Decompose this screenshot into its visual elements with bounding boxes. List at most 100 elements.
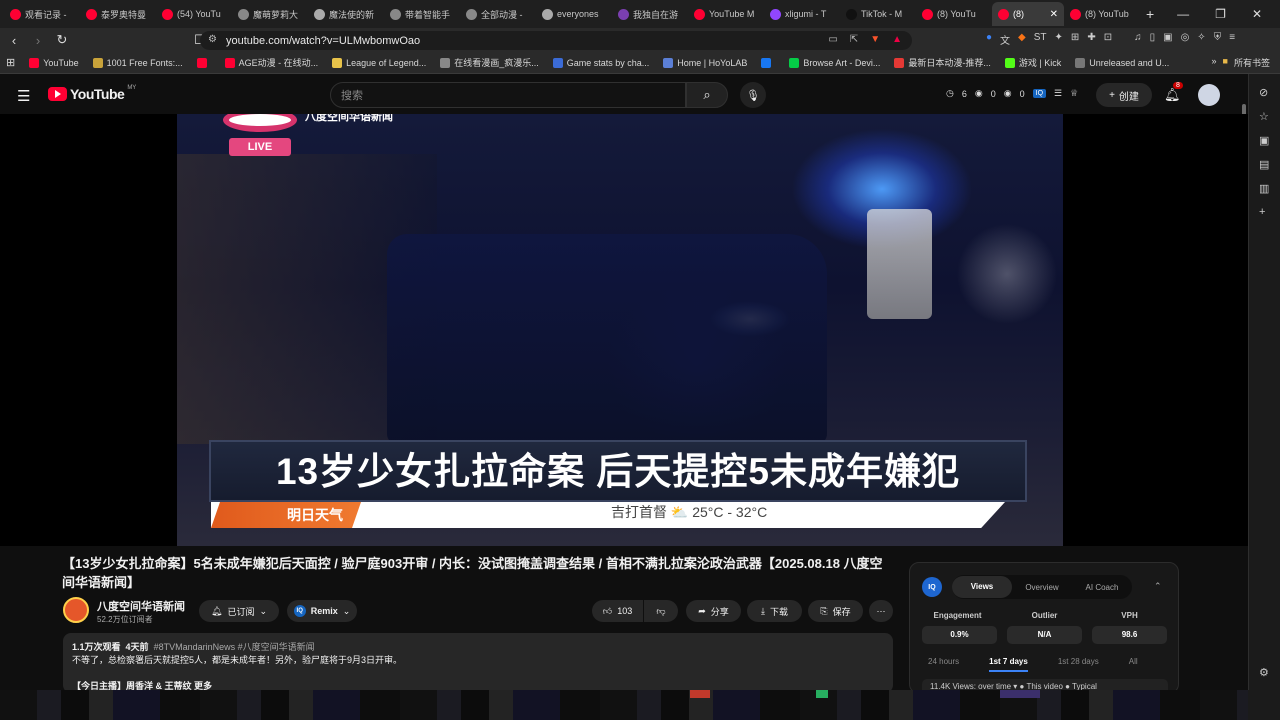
bookmark-item[interactable] bbox=[196, 56, 211, 69]
bookmark-item[interactable]: Game stats by cha... bbox=[552, 56, 649, 69]
bookmark-item[interactable]: League of Legend... bbox=[332, 56, 426, 69]
search-button[interactable]: ⌕ bbox=[686, 82, 728, 108]
leo-icon[interactable]: ✧ bbox=[1197, 32, 1205, 47]
hashtags[interactable]: #8TVMandarinNews #八度空间华语新闻 bbox=[154, 642, 315, 652]
save-button[interactable]: ⎘ 保存 bbox=[808, 600, 863, 622]
search-input[interactable]: 搜索 bbox=[330, 82, 686, 108]
extension-6-icon[interactable]: ⊞ bbox=[1071, 32, 1079, 47]
browser-tab[interactable]: (8) YouTub bbox=[1064, 2, 1140, 26]
bookmarks-more[interactable]: » bbox=[1212, 56, 1217, 69]
voice-search-button[interactable]: 🎙 bbox=[740, 82, 766, 108]
range-24h[interactable]: 24 hours bbox=[928, 657, 959, 672]
bookmark-item[interactable] bbox=[761, 56, 775, 69]
list-icon[interactable]: ☰ bbox=[1054, 88, 1062, 99]
close-window-icon[interactable]: ✕ bbox=[1252, 7, 1262, 21]
brave-shield-icon[interactable]: ▼ bbox=[870, 34, 880, 45]
range-28d[interactable]: 1st 28 days bbox=[1058, 657, 1099, 672]
translate-icon[interactable]: 文 bbox=[1000, 32, 1010, 47]
close-tab-icon[interactable]: ✕ bbox=[1050, 9, 1058, 20]
shield-icon[interactable]: ⛨ bbox=[1214, 32, 1222, 47]
music-icon[interactable]: ♫ bbox=[1134, 32, 1142, 47]
sidebar-wallet-icon[interactable]: ▣ bbox=[1259, 134, 1269, 147]
browser-tab[interactable]: (8) ✕ bbox=[992, 2, 1064, 26]
restore-icon[interactable]: ❐ bbox=[1215, 7, 1226, 21]
browser-tab[interactable]: everyones bbox=[536, 2, 612, 26]
bookmark-item[interactable]: 在线看漫画_疯漫乐... bbox=[440, 56, 539, 69]
bookmark-item[interactable]: 最新日本动漫-推荐... bbox=[894, 56, 991, 69]
account-avatar[interactable] bbox=[1198, 84, 1220, 106]
back-icon[interactable]: ‹ bbox=[4, 33, 24, 48]
sidebar-add-icon[interactable]: + bbox=[1259, 206, 1265, 218]
range-7d[interactable]: 1st 7 days bbox=[989, 657, 1028, 672]
remix-button[interactable]: IQ Remix ⌄ bbox=[287, 600, 357, 622]
reload-icon[interactable]: ↻ bbox=[52, 32, 72, 48]
vpn-icon[interactable]: ◎ bbox=[1181, 32, 1190, 47]
bookmark-item[interactable]: 游戏 | Kick bbox=[1004, 56, 1061, 69]
browser-tab[interactable]: 泰罗奥特曼 bbox=[80, 2, 156, 26]
browser-tab[interactable]: 魔萌萝莉大 bbox=[232, 2, 308, 26]
new-tab-button[interactable]: + bbox=[1146, 6, 1166, 22]
bookmark-item[interactable]: Home | HoYoLAB bbox=[663, 56, 747, 69]
extensions-puzzle-icon[interactable]: ✚ bbox=[1087, 32, 1095, 47]
sidebar-toggle-icon[interactable]: ▯ bbox=[1150, 32, 1156, 47]
sidebar-history-icon[interactable]: ▤ bbox=[1259, 158, 1269, 171]
bookmark-item[interactable]: AGE动漫 - 在线动... bbox=[224, 56, 318, 69]
taskbar-app-3[interactable] bbox=[1000, 690, 1040, 698]
tab-views[interactable]: Views bbox=[952, 576, 1012, 598]
more-actions-button[interactable]: ⋯ bbox=[869, 600, 893, 622]
dislike-button[interactable]: 👎︎ bbox=[644, 600, 678, 622]
browser-tab[interactable]: 带着智能手 bbox=[384, 2, 460, 26]
channel-name[interactable]: 八度空间华语新闻 bbox=[97, 598, 185, 614]
browser-tab[interactable]: 观看记录 - bbox=[4, 2, 80, 26]
minimize-icon[interactable]: — bbox=[1177, 7, 1189, 21]
video-player[interactable]: LIVE 八度空间华语新闻 13岁少女扎拉命案 后天提控5未成年嫌犯 明日天气 … bbox=[177, 114, 1063, 546]
sidebar-bookmark-icon[interactable]: ☆ bbox=[1259, 110, 1269, 123]
browser-menu-icon[interactable]: ≡ bbox=[1229, 32, 1235, 47]
browser-tab[interactable]: 我独自在游 bbox=[612, 2, 688, 26]
bookmark-item[interactable]: Unreleased and U... bbox=[1075, 56, 1169, 69]
wallet-icon[interactable]: ▣ bbox=[1163, 32, 1172, 47]
notifications-button[interactable]: 🔔︎ 8 bbox=[1164, 82, 1183, 103]
like-button[interactable]: 👍︎ 103 bbox=[592, 600, 643, 622]
iq-badge-icon[interactable]: IQ bbox=[1032, 89, 1047, 98]
range-all[interactable]: All bbox=[1129, 657, 1138, 672]
chevron-up-icon[interactable]: ⌃ bbox=[1154, 581, 1162, 592]
tab-ai-coach[interactable]: AI Coach bbox=[1072, 583, 1132, 592]
subscribed-button[interactable]: 🔔︎ 已订阅 ⌄ bbox=[199, 600, 279, 622]
browser-tab[interactable]: (54) YouTu bbox=[156, 2, 232, 26]
url-field[interactable]: ⚙ youtube.com/watch?v=ULMwbomwOao ▭ ⇱ ▼ … bbox=[200, 31, 912, 50]
sidebar-settings-icon[interactable]: ⚙ bbox=[1259, 666, 1269, 679]
site-info-icon[interactable]: ⚙ bbox=[208, 34, 217, 45]
bookmark-item[interactable]: 1001 Free Fonts:... bbox=[92, 56, 183, 69]
trophy-icon[interactable]: ♕ bbox=[1070, 88, 1078, 99]
browser-tab[interactable]: 全部动漫 - bbox=[460, 2, 536, 26]
sidebar-reading-list-icon[interactable]: ▥ bbox=[1259, 182, 1269, 195]
extension-1-icon[interactable]: ● bbox=[986, 32, 992, 47]
all-bookmarks[interactable]: 所有书签 bbox=[1234, 56, 1270, 69]
extension-4-icon[interactable]: ST bbox=[1034, 32, 1047, 47]
description-box[interactable]: 1.1万次观看 4天前 #8TVMandarinNews #八度空间华语新闻 不… bbox=[63, 633, 893, 693]
bookmark-item[interactable]: YouTube bbox=[29, 56, 79, 69]
extension-5-icon[interactable]: ✦ bbox=[1055, 32, 1063, 47]
apps-grid-icon[interactable]: ⊞ bbox=[6, 56, 15, 69]
tab-overview[interactable]: Overview bbox=[1012, 583, 1072, 592]
browser-tab[interactable]: 魔法使的新 bbox=[308, 2, 384, 26]
taskbar-app-2[interactable] bbox=[816, 690, 828, 698]
channel-avatar[interactable] bbox=[63, 597, 89, 623]
browser-tab[interactable]: TikTok - M bbox=[840, 2, 916, 26]
rewards-icon[interactable]: ▲ bbox=[892, 34, 902, 45]
screenshot-icon[interactable]: ⊡ bbox=[1104, 32, 1112, 47]
browser-tab[interactable]: xligumi - T bbox=[764, 2, 840, 26]
taskbar-app-1[interactable] bbox=[690, 690, 710, 698]
browser-tab[interactable]: (8) YouTu bbox=[916, 2, 992, 26]
forward-icon[interactable]: › bbox=[28, 33, 48, 48]
share-button[interactable]: ➦ 分享 bbox=[686, 600, 741, 622]
youtube-logo[interactable]: YouTube MY bbox=[48, 85, 136, 102]
download-button[interactable]: ⤓ 下载 bbox=[747, 600, 802, 622]
cast-icon[interactable]: ▭ bbox=[828, 34, 837, 45]
hamburger-menu-icon[interactable]: ☰ bbox=[17, 87, 30, 105]
browser-tab[interactable]: YouTube M bbox=[688, 2, 764, 26]
sidebar-reading-icon[interactable]: ⊘ bbox=[1259, 86, 1268, 99]
create-button[interactable]: + 创建 bbox=[1096, 83, 1152, 107]
share-page-icon[interactable]: ⇱ bbox=[850, 34, 858, 45]
